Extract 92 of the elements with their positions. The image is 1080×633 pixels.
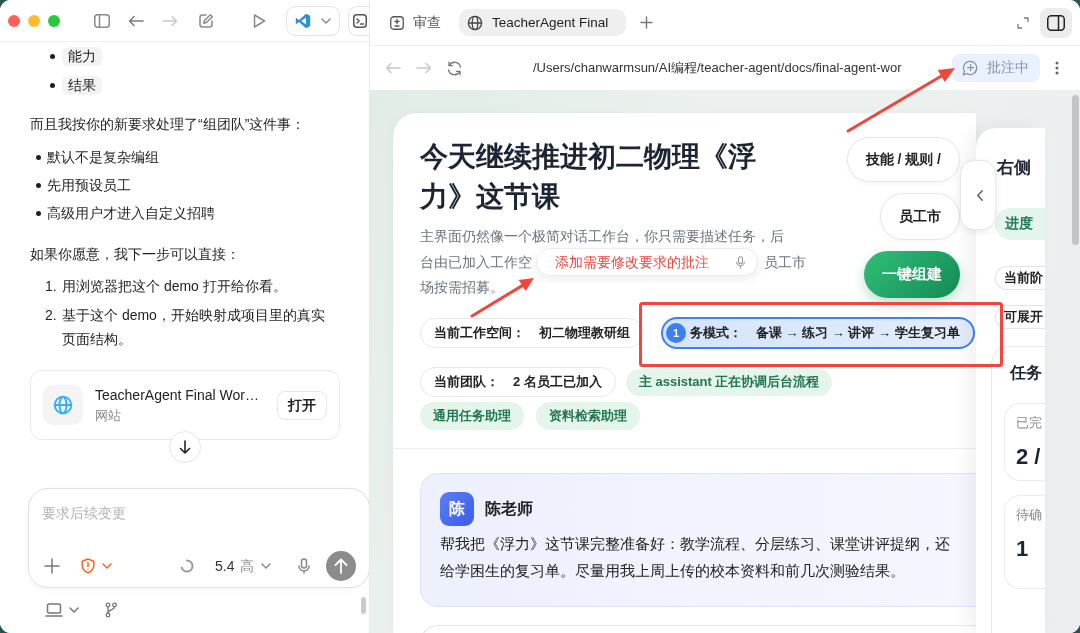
annotation-input[interactable]: 添加需要修改要求的批注 xyxy=(536,248,758,276)
intro-text: 主界面仍然像一个极简对话工作台，你只需要描述任务，后 xyxy=(420,227,784,246)
browser-tab[interactable]: 审查 xyxy=(382,9,453,36)
bullet-icon xyxy=(50,83,55,88)
stat-label: 待确 xyxy=(1016,507,1043,523)
compose-icon[interactable] xyxy=(198,12,214,29)
list-item-text: 基于这个 demo，开始映射成项目里的真实页面结构。 xyxy=(62,306,326,349)
terminal-icon xyxy=(353,13,367,28)
action-button[interactable]: 员工市 xyxy=(880,193,960,240)
model-version[interactable]: 5.4 xyxy=(215,556,235,576)
globe-icon xyxy=(43,385,83,425)
plus-icon[interactable] xyxy=(640,16,654,29)
message-input[interactable]: 要求后续变更 xyxy=(42,502,322,524)
browser-tab[interactable]: TeacherAgent Final xyxy=(459,9,627,36)
chevron-left-icon xyxy=(977,189,983,201)
stat-value: 2 / xyxy=(1016,444,1042,470)
action-button[interactable]: 技能 / 规则 / xyxy=(846,137,960,182)
arrow-up-icon xyxy=(334,558,349,574)
plus-minus-icon xyxy=(390,15,404,30)
stat-label: 已完 xyxy=(1016,415,1043,431)
editor-menu-button[interactable] xyxy=(286,5,340,36)
open-button[interactable]: 打开 xyxy=(277,390,327,420)
link-title: TeacherAgent Final Wor… xyxy=(95,386,259,405)
list-item-text: 高级用户才进入自定义招聘 xyxy=(47,204,215,223)
close-icon[interactable] xyxy=(8,14,20,27)
sidebar-toggle-button[interactable] xyxy=(1040,7,1072,38)
inline-code: 结果 xyxy=(62,76,102,95)
effort-level[interactable]: 高 xyxy=(240,556,255,576)
chip-value: 2 名员工已加入 xyxy=(513,373,602,391)
expand-icon[interactable] xyxy=(1017,16,1029,29)
message-text: 而且我按你的新要求处理了“组团队”这件事： xyxy=(30,115,307,134)
laptop-icon[interactable] xyxy=(45,603,63,617)
avatar: 陈 xyxy=(440,492,474,526)
chevron-down-icon xyxy=(69,607,79,613)
branch-icon[interactable] xyxy=(105,602,117,618)
bullet-icon xyxy=(36,210,41,216)
link-subtitle: 网站 xyxy=(95,407,121,425)
scrollbar[interactable] xyxy=(1072,95,1079,245)
intro-text: 台由已加入工作空 xyxy=(420,252,532,272)
spinner-icon xyxy=(180,559,194,573)
status-tag: 通用任务助理 xyxy=(420,402,524,430)
chevron-down-icon xyxy=(321,17,331,24)
sidebar-icon[interactable] xyxy=(94,13,110,28)
inline-code: 能力 xyxy=(62,47,102,66)
reload-icon[interactable] xyxy=(447,60,462,76)
panel-title: 右侧 xyxy=(997,157,1032,179)
editor-logo-icon xyxy=(295,12,311,29)
microphone-icon[interactable] xyxy=(736,255,745,269)
intro-text: 场按需招募。 xyxy=(420,278,504,297)
stat-value: 1 xyxy=(1016,536,1030,562)
chip-label: 务模式： xyxy=(690,324,742,342)
scroll-down-button[interactable] xyxy=(169,431,201,463)
message-text: 如果你愿意，我下一步可以直接： xyxy=(30,245,241,264)
sidebar-icon xyxy=(1047,14,1065,31)
terminal-button[interactable] xyxy=(348,5,369,36)
chip-value: 备课 → 练习 → 讲评 → 学生复习单 xyxy=(756,324,960,342)
status-tag: 主 assistant 正在协调后台流程 xyxy=(625,368,833,396)
arrow-down-icon xyxy=(179,440,191,454)
list-item-text: 用浏览器把这个 demo 打开给你看。 xyxy=(62,277,288,296)
intro-text: 员工市 xyxy=(764,252,806,272)
list-number: 1. xyxy=(45,277,58,296)
list-item-text: 默认不是复杂编组 xyxy=(47,148,159,167)
back-arrow-icon[interactable] xyxy=(128,14,144,27)
more-icon[interactable] xyxy=(1055,61,1059,75)
chip-value: 初二物理教研组 xyxy=(539,324,630,342)
send-button[interactable] xyxy=(326,551,357,581)
plus-icon[interactable] xyxy=(44,558,60,574)
bullet-icon xyxy=(36,154,41,160)
annotation-number: 1 xyxy=(666,323,686,343)
microphone-icon[interactable] xyxy=(298,558,311,574)
bullet-icon xyxy=(36,182,41,188)
address-field[interactable]: /Users/chanwarmsun/AI编程/teacher-agent/docs/final-agent-wor xyxy=(533,59,902,77)
chevron-down-icon xyxy=(102,563,112,569)
play-icon[interactable] xyxy=(252,12,266,29)
message-text: 给学困生的复习单。尽量用我上周上传的校本资料和前几次测验结果。 xyxy=(440,561,905,581)
author-name: 陈老师 xyxy=(485,498,533,519)
zoom-icon[interactable] xyxy=(48,14,60,27)
shield-alert-icon[interactable] xyxy=(81,558,95,574)
page-title: 今天继续推进初二物理《浮力》这节课 xyxy=(420,140,757,214)
list-number: 2. xyxy=(45,306,58,325)
globe-icon xyxy=(467,14,483,31)
status-tag: 进度 xyxy=(995,208,1045,240)
bullet-icon xyxy=(50,54,55,59)
scrollbar[interactable] xyxy=(361,597,366,614)
summary-title: 任务 xyxy=(1010,363,1043,383)
status-tag: 资料检索助理 xyxy=(536,402,640,430)
list-item-text: 先用预设员工 xyxy=(47,176,131,195)
message-text: 帮我把《浮力》这节课完整准备好：教学流程、分层练习、课堂讲评提纲，还 xyxy=(440,534,950,554)
chip-label: 当前团队： xyxy=(434,373,499,391)
comment-plus-icon xyxy=(962,60,978,76)
chevron-down-icon xyxy=(261,563,272,569)
chip-label: 当前工作空间： xyxy=(434,324,525,342)
